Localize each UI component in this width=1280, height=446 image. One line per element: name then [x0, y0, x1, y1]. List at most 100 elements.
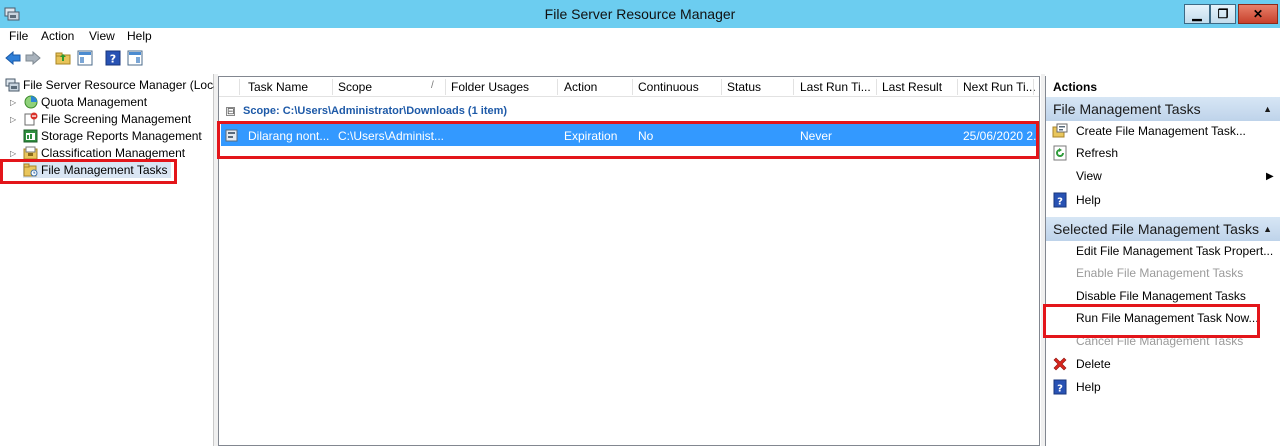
column-divider[interactable]: [1033, 79, 1034, 95]
menu-help[interactable]: Help: [127, 29, 152, 43]
menu-action[interactable]: Action: [41, 29, 74, 43]
column-divider[interactable]: [445, 79, 446, 95]
action-disable-tasks[interactable]: Disable File Management Tasks: [1046, 285, 1280, 307]
action-label: Create File Management Task...: [1076, 124, 1246, 138]
cell-next-run-time: 25/06/2020 2...: [963, 129, 1044, 143]
tree-root[interactable]: File Server Resource Manager (Local): [5, 76, 226, 93]
action-view[interactable]: View ▶: [1046, 165, 1280, 187]
column-task-name[interactable]: Task Name: [248, 80, 308, 94]
title-bar: File Server Resource Manager ▁ ❐ ✕: [0, 0, 1280, 28]
delete-icon: [1052, 356, 1068, 372]
refresh-icon: [1052, 145, 1068, 161]
tree-item-file-screening-management[interactable]: File Screening Management: [23, 110, 191, 127]
expand-arrow-icon[interactable]: ▷: [10, 98, 18, 107]
action-run-task-now[interactable]: Run File Management Task Now...: [1046, 307, 1280, 329]
action-label: Edit File Management Task Propert...: [1076, 244, 1274, 258]
action-label: Cancel File Management Tasks: [1076, 334, 1244, 348]
cell-continuous: No: [638, 129, 654, 143]
menu-file[interactable]: File: [9, 29, 28, 43]
tree-item-label: Storage Reports Management: [41, 128, 202, 143]
file-management-tasks-icon: [23, 163, 38, 177]
toolbar: ?: [0, 46, 1280, 72]
svg-text:?: ?: [110, 53, 116, 66]
column-continuous[interactable]: Continuous: [638, 80, 699, 94]
action-create-task[interactable]: Create File Management Task...: [1046, 120, 1280, 142]
tree-item-label: Quota Management: [41, 94, 148, 109]
column-last-result[interactable]: Last Result: [882, 80, 942, 94]
group-header[interactable]: Scope: C:\Users\Administrator\Downloads …: [243, 105, 507, 117]
restore-button[interactable]: ❐: [1210, 4, 1236, 24]
column-scope[interactable]: Scope: [338, 80, 372, 94]
column-divider[interactable]: [957, 79, 958, 95]
menu-view[interactable]: View: [89, 29, 115, 43]
up-folder-icon[interactable]: [54, 49, 72, 67]
table-row[interactable]: Dilarang nont... C:\Users\Administ... Ex…: [221, 124, 1043, 146]
help-icon: ?: [1052, 192, 1068, 208]
column-divider[interactable]: [632, 79, 633, 95]
action-edit-task-properties[interactable]: Edit File Management Task Propert...: [1046, 240, 1280, 262]
section-title: File Management Tasks: [1053, 101, 1201, 117]
column-last-run-time[interactable]: Last Run Ti...: [800, 80, 871, 94]
cell-last-run-time: Never: [800, 129, 833, 143]
group-collapse-icon[interactable]: ⊟: [226, 107, 235, 116]
action-label: View: [1076, 169, 1102, 183]
column-folder-usages[interactable]: Folder Usages: [451, 80, 529, 94]
action-label: Help: [1076, 193, 1101, 207]
tree-item-storage-reports-management[interactable]: Storage Reports Management: [23, 127, 202, 144]
close-button[interactable]: ✕: [1238, 4, 1278, 24]
action-help[interactable]: ? Help: [1046, 376, 1280, 398]
action-label: Enable File Management Tasks: [1076, 266, 1244, 280]
action-delete[interactable]: Delete: [1046, 353, 1280, 375]
help-icon[interactable]: ?: [104, 49, 122, 67]
section-title: Selected File Management Tasks: [1053, 221, 1259, 237]
column-header-row: Task Name Scope / Folder Usages Action C…: [219, 77, 1039, 97]
column-divider[interactable]: [332, 79, 333, 95]
section-file-management-tasks[interactable]: File Management Tasks ▲: [1046, 97, 1280, 121]
action-label: Refresh: [1076, 146, 1119, 160]
sort-indicator-icon: /: [431, 80, 434, 91]
task-icon: [224, 127, 240, 143]
show-hide-tree-icon[interactable]: [76, 49, 94, 67]
server-icon: [5, 78, 20, 92]
minimize-icon: ▁: [1192, 7, 1202, 21]
column-divider[interactable]: [793, 79, 794, 95]
expand-arrow-icon[interactable]: ▷: [10, 115, 18, 124]
help-icon: ?: [1052, 379, 1068, 395]
collapse-icon[interactable]: ▲: [1263, 104, 1272, 114]
column-status[interactable]: Status: [727, 80, 761, 94]
minimize-button[interactable]: ▁: [1184, 4, 1210, 24]
tree-item-label: File Management Tasks: [41, 162, 168, 177]
action-cancel-tasks: Cancel File Management Tasks: [1046, 330, 1280, 352]
actions-pane: Actions File Management Tasks ▲ Create F…: [1045, 76, 1280, 446]
back-arrow-icon[interactable]: [4, 49, 22, 67]
tree-root-label: File Server Resource Manager (Local): [23, 77, 227, 92]
column-divider[interactable]: [876, 79, 877, 95]
results-list: Task Name Scope / Folder Usages Action C…: [218, 76, 1043, 446]
action-label: Run File Management Task Now...: [1076, 311, 1259, 325]
cell-task-name: Dilarang nont...: [248, 129, 330, 143]
action-label: Disable File Management Tasks: [1076, 289, 1246, 303]
forward-arrow-icon[interactable]: [24, 49, 42, 67]
action-label: Help: [1076, 380, 1101, 394]
tree-item-quota-management[interactable]: Quota Management: [23, 93, 147, 110]
collapse-icon[interactable]: ▲: [1263, 224, 1272, 234]
expand-arrow-icon[interactable]: ▷: [10, 149, 18, 158]
column-divider[interactable]: [721, 79, 722, 95]
column-next-run-time[interactable]: Next Run Ti...: [963, 80, 1036, 94]
section-selected-file-management-tasks[interactable]: Selected File Management Tasks ▲: [1046, 217, 1280, 241]
storage-reports-icon: [23, 129, 38, 143]
show-hide-action-pane-icon[interactable]: [126, 49, 144, 67]
action-refresh[interactable]: Refresh: [1046, 142, 1280, 164]
column-divider[interactable]: [557, 79, 558, 95]
column-divider[interactable]: [239, 79, 240, 95]
window-title: File Server Resource Manager: [544, 6, 736, 22]
create-task-icon: [1052, 123, 1068, 139]
file-screening-icon: [23, 112, 38, 126]
console-tree: File Server Resource Manager (Local) ▷ Q…: [0, 74, 226, 446]
tree-item-label: File Screening Management: [41, 111, 192, 126]
tree-item-classification-management[interactable]: Classification Management: [23, 144, 185, 161]
action-help[interactable]: ? Help: [1046, 189, 1280, 211]
cell-action: Expiration: [564, 129, 618, 143]
tree-item-file-management-tasks[interactable]: File Management Tasks: [23, 161, 171, 178]
column-action[interactable]: Action: [564, 80, 597, 94]
